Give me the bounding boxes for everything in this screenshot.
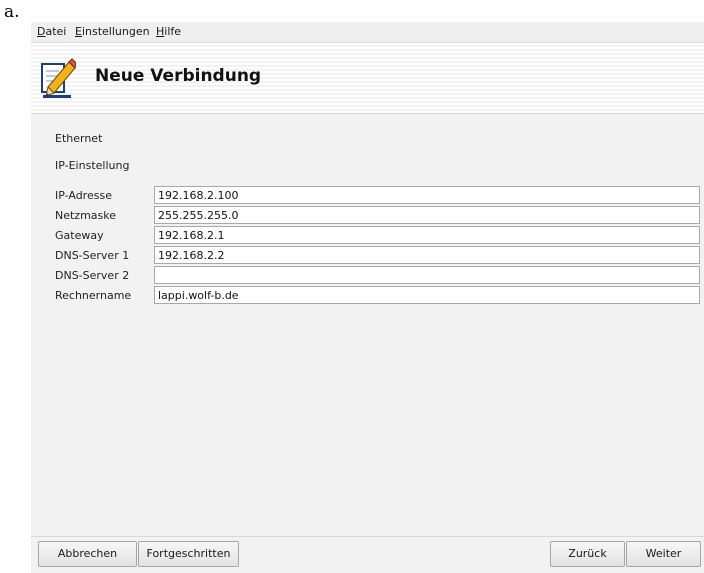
button-bar-divider [31,536,704,537]
hostname-field[interactable] [154,286,700,304]
advanced-button[interactable]: Fortgeschritten [138,541,239,567]
next-button[interactable]: Weiter [626,541,701,567]
hostname-label: Rechnername [55,289,132,302]
gateway-field[interactable] [154,226,700,244]
connection-type-label: Ethernet [55,132,103,145]
ip-settings-heading: IP-Einstellung [55,159,130,172]
ip-address-label: IP-Adresse [55,189,112,202]
dns-server-1-field[interactable] [154,246,700,264]
menu-hilfe[interactable]: Hilfe [156,25,181,38]
menu-bar: Datei Einstellungen Hilfe [31,22,704,43]
netmask-label: Netzmaske [55,209,117,222]
menu-einstellungen[interactable]: Einstellungen [75,25,150,38]
figure-label: a. [4,2,20,22]
menu-hilfe-label: ilfe [164,25,182,38]
connection-wizard-window: Datei Einstellungen Hilfe Neue Verbindun… [31,22,704,573]
menu-datei-label: atei [45,25,67,38]
wizard-header: Neue Verbindung [31,43,704,114]
cancel-button[interactable]: Abbrechen [38,541,137,567]
page-title: Neue Verbindung [95,66,262,86]
netmask-field[interactable] [154,206,700,224]
dns-server-1-label: DNS-Server 1 [55,249,130,262]
ip-address-field[interactable] [154,186,700,204]
dns-server-2-field[interactable] [154,266,700,284]
back-button[interactable]: Zurück [550,541,625,567]
menu-einstellungen-label: instellungen [81,25,150,38]
pencil-on-paper-icon [40,57,77,99]
menu-datei[interactable]: Datei [37,25,66,38]
dns-server-2-label: DNS-Server 2 [55,269,130,282]
gateway-label: Gateway [55,229,104,242]
menu-einstellungen-mnemonic: E [75,25,82,38]
